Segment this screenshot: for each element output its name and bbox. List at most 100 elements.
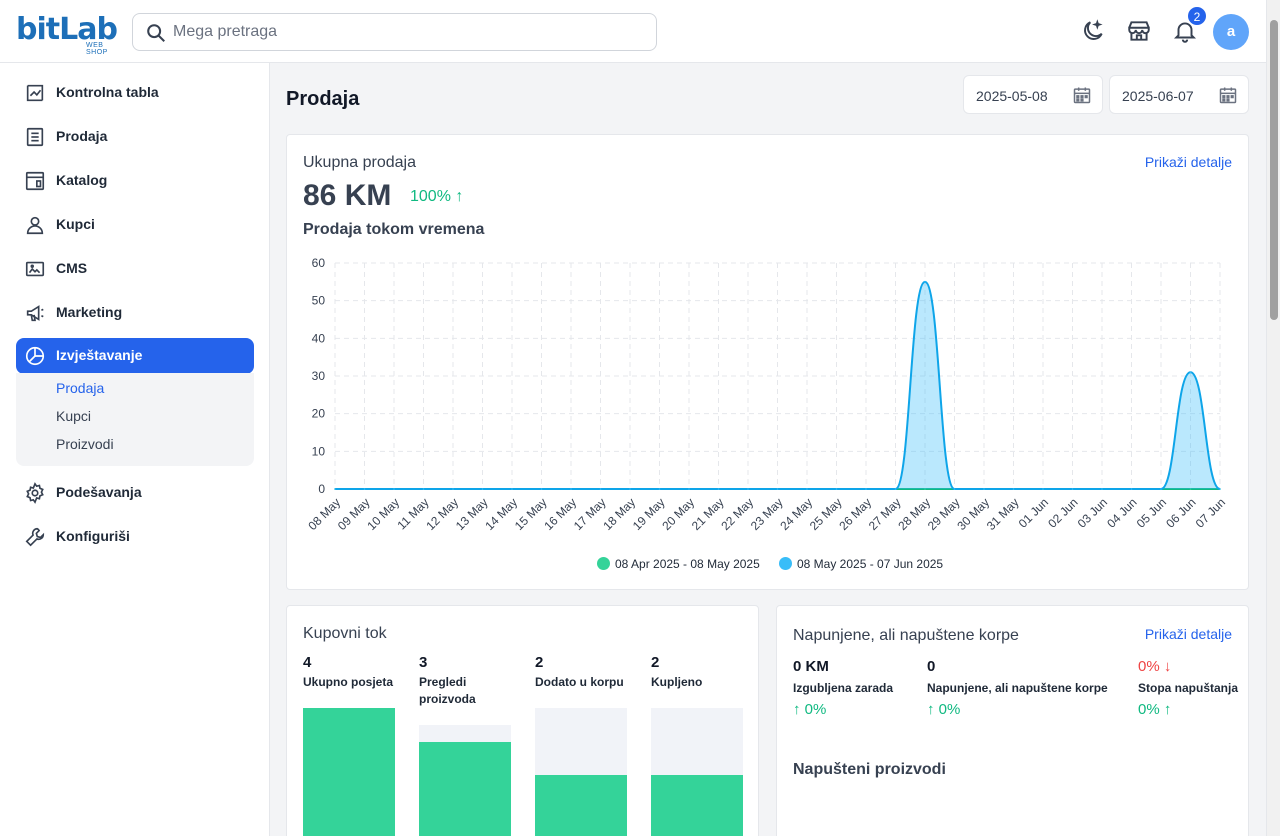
x-tick-label: 04 Jun [1104,495,1139,530]
legend-item-current[interactable]: 08 May 2025 - 07 Jun 2025 [779,557,943,571]
legend-dot [597,557,610,570]
document-icon [26,127,44,147]
avatar[interactable]: a [1213,14,1249,50]
catalog-icon [25,171,45,191]
data-point [835,488,838,490]
legend-label: 08 May 2025 - 07 Jun 2025 [797,557,944,571]
store-icon[interactable] [1126,18,1152,44]
abandoned-products-title: Napušteni proizvodi [793,761,946,778]
sidebar-item-label: Kontrolna tabla [56,84,159,100]
funnel-title: Kupovni tok [303,625,387,642]
data-point [481,488,484,490]
calendar-icon[interactable] [1072,85,1092,105]
stat-value: 0% ↓ [1138,658,1172,675]
data-point [511,488,513,490]
sales-details-link[interactable]: Prikaži detalje [1145,154,1232,170]
megaphone-icon [26,305,44,322]
sidebar-item-label: CMS [56,260,88,276]
sidebar-item-izvjestavanje[interactable]: Izvještavanje [16,338,254,374]
date-from-field[interactable]: 2025-05-08 [963,75,1103,114]
calendar-icon[interactable] [1218,85,1238,105]
total-sales-card: Ukupna prodaja Prikaži detalje 86 KM 100… [286,134,1249,590]
data-point [1071,488,1074,490]
x-tick-label: 13 May [453,495,491,533]
gear-icon [26,482,44,504]
search-input[interactable] [173,14,643,50]
x-tick-label: 18 May [600,495,638,533]
x-tick-label: 19 May [630,495,668,533]
x-tick-label: 28 May [895,495,933,533]
data-point [570,488,572,490]
chart-line-icon [26,84,44,102]
sales-growth: 100% ↑ [410,188,464,205]
stat-lost-revenue: 0 KM Izgubljena zarada ↑ 0% [793,658,893,718]
sidebar-item-kupci[interactable]: Kupci [16,207,254,243]
funnel-step-label: Dodato u korpu [535,675,624,689]
y-tick-label: 30 [312,369,326,383]
legend-item-previous[interactable]: 08 Apr 2025 - 08 May 2025 [597,557,760,571]
data-point [1042,488,1044,490]
sidebar-item-katalog[interactable]: Katalog [16,163,254,199]
abandoned-carts-title: Napunjene, ali napuštene korpe [793,627,1019,644]
data-point [540,488,543,490]
chart-title: Prodaja tokom vremena [303,221,485,238]
funnel-step-label: Pregledi proizvoda [419,675,476,706]
x-tick-label: 01 Jun [1016,495,1051,530]
sidebar-item-cms[interactable]: CMS [16,251,254,287]
abandoned-carts-card: Napunjene, ali napuštene korpe Prikaži d… [776,605,1249,836]
wrench-icon [25,527,45,547]
x-tick-label: 22 May [718,495,756,533]
sidebar-item-prodaja[interactable]: Prodaja [16,119,254,155]
abandoned-details-link[interactable]: Prikaži detalje [1145,626,1232,642]
brand-logo[interactable]: bitLab WEB SHOP [16,12,118,56]
funnel-step: 4 Ukupno posjeta [303,654,395,691]
sidebar-item-konfigurisi[interactable]: Konfiguriši [16,519,254,555]
data-point [629,488,631,490]
y-tick-label: 10 [312,444,326,458]
sidebar-item-kontrolna-tabla[interactable]: Kontrolna tabla [16,75,254,111]
submenu-item-prodaja[interactable]: Prodaja [56,380,104,396]
funnel-step: 3 Pregledi proizvoda [419,654,511,708]
submenu-item-kupci[interactable]: Kupci [56,408,91,424]
x-tick-label: 29 May [925,495,963,533]
data-point [658,488,661,490]
data-point [422,488,425,490]
stat-abandon-rate: 0% ↓ Stopa napuštanja 0% ↑ [1138,658,1238,718]
stat-label: Napunjene, ali napuštene korpe [927,681,1108,695]
stat-trend: ↑ 0% [927,701,961,718]
sidebar: Kontrolna tabla Prodaja Katalog Kupci CM… [0,63,270,836]
legend-dot [779,557,792,570]
dark-mode-icon[interactable] [1080,18,1106,44]
sidebar-item-marketing[interactable]: Marketing [16,295,254,331]
stat-value: 0 KM [793,658,829,675]
page-scrollbar[interactable] [1266,0,1280,836]
scrollbar-thumb[interactable] [1270,20,1278,320]
data-point [806,488,808,490]
funnel-step-value: 2 [651,654,660,671]
data-point [983,488,985,490]
reports-submenu: Prodaja Kupci Proizvodi [16,373,254,466]
data-point [452,488,454,490]
data-point [688,488,690,490]
submenu-item-proizvodi[interactable]: Proizvodi [56,436,114,452]
y-tick-label: 20 [312,407,326,421]
data-point [894,488,897,490]
sidebar-item-podesavanja[interactable]: Podešavanja [16,475,254,511]
data-point [1160,488,1162,490]
data-point [865,488,867,490]
stat-trend: 0% ↑ [1138,701,1172,718]
funnel-bar [303,708,395,836]
date-to-field[interactable]: 2025-06-07 [1109,75,1249,114]
funnel-step-value: 4 [303,654,312,671]
cms-icon [25,261,45,277]
sidebar-item-label: Prodaja [56,128,108,144]
funnel-bar-fill [303,708,395,836]
x-tick-label: 26 May [836,495,874,533]
x-tick-label: 15 May [512,495,550,533]
stat-label: Stopa napuštanja [1138,681,1239,695]
date-from-value: 2025-05-08 [976,88,1048,104]
y-tick-label: 40 [312,331,326,345]
y-tick-label: 50 [312,294,326,308]
x-tick-label: 03 Jun [1075,495,1110,530]
funnel-bar [535,708,627,836]
